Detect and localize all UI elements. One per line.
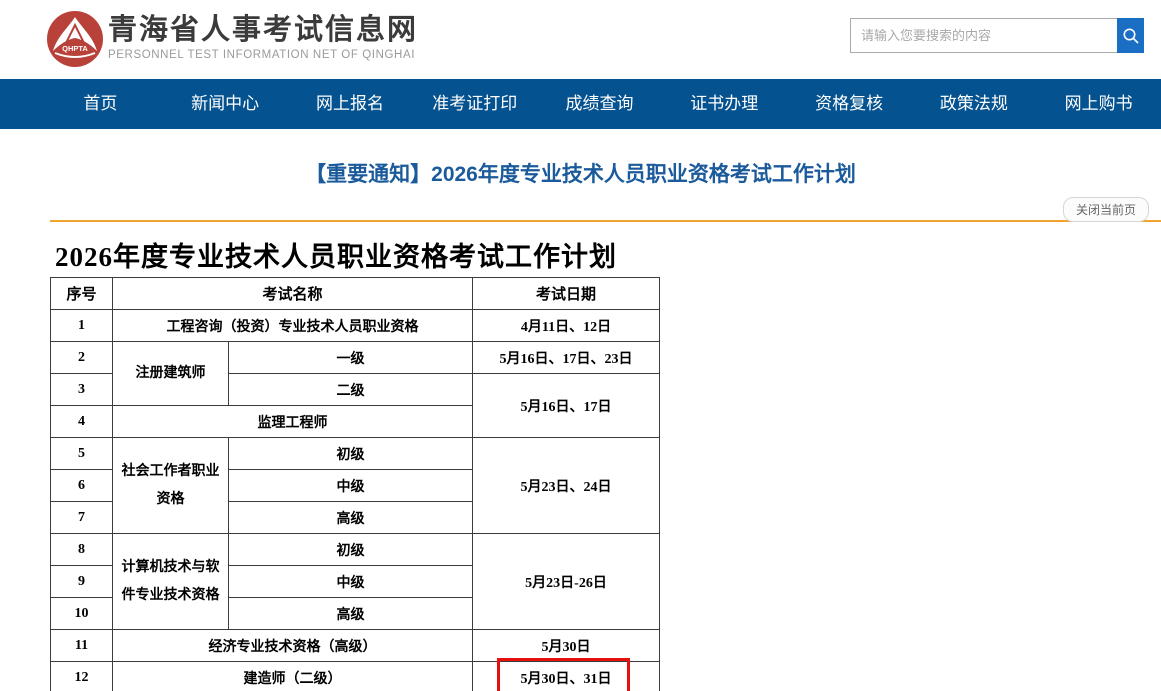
cell-no: 10 — [51, 598, 113, 630]
cell-exam-date: 5月23日、24日 — [473, 438, 660, 534]
cell-exam-group: 注册建筑师 — [113, 342, 229, 406]
exam-schedule-table-container: 序号 考试名称 考试日期 1 工程咨询（投资）专业技术人员职业资格 4月11日、… — [50, 277, 670, 691]
main-nav: 首页 新闻中心 网上报名 准考证打印 成绩查询 证书办理 资格复核 政策法规 网… — [0, 79, 1161, 129]
header-no: 序号 — [51, 278, 113, 310]
cell-no: 11 — [51, 630, 113, 662]
logo-emblem-icon: QHPTA — [45, 9, 105, 69]
nav-item-news[interactable]: 新闻中心 — [163, 79, 288, 129]
cell-no: 1 — [51, 310, 113, 342]
nav-item-book-store[interactable]: 网上购书 — [1036, 79, 1161, 129]
site-subtitle: PERSONNEL TEST INFORMATION NET OF QINGHA… — [108, 49, 418, 61]
cell-exam-level: 初级 — [229, 438, 473, 470]
cell-exam-date: 5月23日-26日 — [473, 534, 660, 630]
table-row: 1 工程咨询（投资）专业技术人员职业资格 4月11日、12日 — [51, 310, 660, 342]
table-row: 11 经济专业技术资格（高级） 5月30日 — [51, 630, 660, 662]
table-row: 2 注册建筑师 一级 5月16日、17日、23日 — [51, 342, 660, 374]
close-row: 关闭当前页 — [50, 197, 1161, 222]
table-row: 12 建造师（二级） 5月30日、31日 — [51, 662, 660, 691]
cell-exam-level: 高级 — [229, 502, 473, 534]
cell-exam-level: 一级 — [229, 342, 473, 374]
cell-no: 8 — [51, 534, 113, 566]
table-row: 5 社会工作者职业资格 初级 5月23日、24日 — [51, 438, 660, 470]
cell-exam-date-highlighted: 5月30日、31日 — [473, 662, 660, 691]
cell-exam-name: 建造师（二级） — [113, 662, 473, 691]
cell-exam-level: 初级 — [229, 534, 473, 566]
search-input[interactable] — [850, 18, 1117, 53]
logo-text: QHPTA — [62, 44, 88, 53]
search-button[interactable] — [1117, 18, 1144, 53]
cell-no: 7 — [51, 502, 113, 534]
cell-exam-name: 工程咨询（投资）专业技术人员职业资格 — [113, 310, 473, 342]
header-exam-name: 考试名称 — [113, 278, 473, 310]
cell-exam-name: 监理工程师 — [113, 406, 473, 438]
nav-item-policies[interactable]: 政策法规 — [911, 79, 1036, 129]
cell-exam-level: 二级 — [229, 374, 473, 406]
cell-no: 6 — [51, 470, 113, 502]
cell-exam-date: 5月30日 — [473, 630, 660, 662]
cell-exam-level: 中级 — [229, 470, 473, 502]
main-content: 【重要通知】2026年度专业技术人员职业资格考试工作计划 关闭当前页 2026年… — [0, 158, 1161, 691]
cell-no: 4 — [51, 406, 113, 438]
table-header-row: 序号 考试名称 考试日期 — [51, 278, 660, 310]
cell-exam-date: 5月16日、17日、23日 — [473, 342, 660, 374]
cell-exam-level: 高级 — [229, 598, 473, 630]
site-title: 青海省人事考试信息网 — [108, 13, 418, 47]
exam-schedule-table: 序号 考试名称 考试日期 1 工程咨询（投资）专业技术人员职业资格 4月11日、… — [50, 277, 660, 691]
cell-exam-date: 4月11日、12日 — [473, 310, 660, 342]
highlighted-date-text: 5月30日、31日 — [521, 672, 612, 687]
search-bar — [850, 18, 1144, 53]
nav-item-qualification-review[interactable]: 资格复核 — [787, 79, 912, 129]
document-heading: 2026年度专业技术人员职业资格考试工作计划 — [55, 235, 1161, 274]
nav-item-admission-ticket[interactable]: 准考证打印 — [412, 79, 537, 129]
site-header: QHPTA 青海省人事考试信息网 PERSONNEL TEST INFORMAT… — [0, 0, 1161, 79]
cell-exam-name: 经济专业技术资格（高级） — [113, 630, 473, 662]
nav-item-online-registration[interactable]: 网上报名 — [288, 79, 413, 129]
site-logo[interactable]: QHPTA — [45, 9, 105, 69]
cell-exam-date: 5月16日、17日 — [473, 374, 660, 438]
header-exam-date: 考试日期 — [473, 278, 660, 310]
search-icon — [1122, 27, 1140, 45]
nav-item-home[interactable]: 首页 — [38, 79, 163, 129]
cell-no: 3 — [51, 374, 113, 406]
cell-exam-group: 社会工作者职业资格 — [113, 438, 229, 534]
close-page-button[interactable]: 关闭当前页 — [1063, 197, 1149, 222]
table-row: 8 计算机技术与软件专业技术资格 初级 5月23日-26日 — [51, 534, 660, 566]
cell-no: 2 — [51, 342, 113, 374]
cell-no: 9 — [51, 566, 113, 598]
cell-exam-group: 计算机技术与软件专业技术资格 — [113, 534, 229, 630]
article-title: 【重要通知】2026年度专业技术人员职业资格考试工作计划 — [0, 158, 1161, 188]
nav-item-certificate[interactable]: 证书办理 — [662, 79, 787, 129]
brand: 青海省人事考试信息网 PERSONNEL TEST INFORMATION NE… — [108, 13, 418, 61]
nav-item-score-query[interactable]: 成绩查询 — [537, 79, 662, 129]
cell-exam-level: 中级 — [229, 566, 473, 598]
cell-no: 12 — [51, 662, 113, 691]
page: QHPTA 青海省人事考试信息网 PERSONNEL TEST INFORMAT… — [0, 0, 1161, 691]
cell-no: 5 — [51, 438, 113, 470]
